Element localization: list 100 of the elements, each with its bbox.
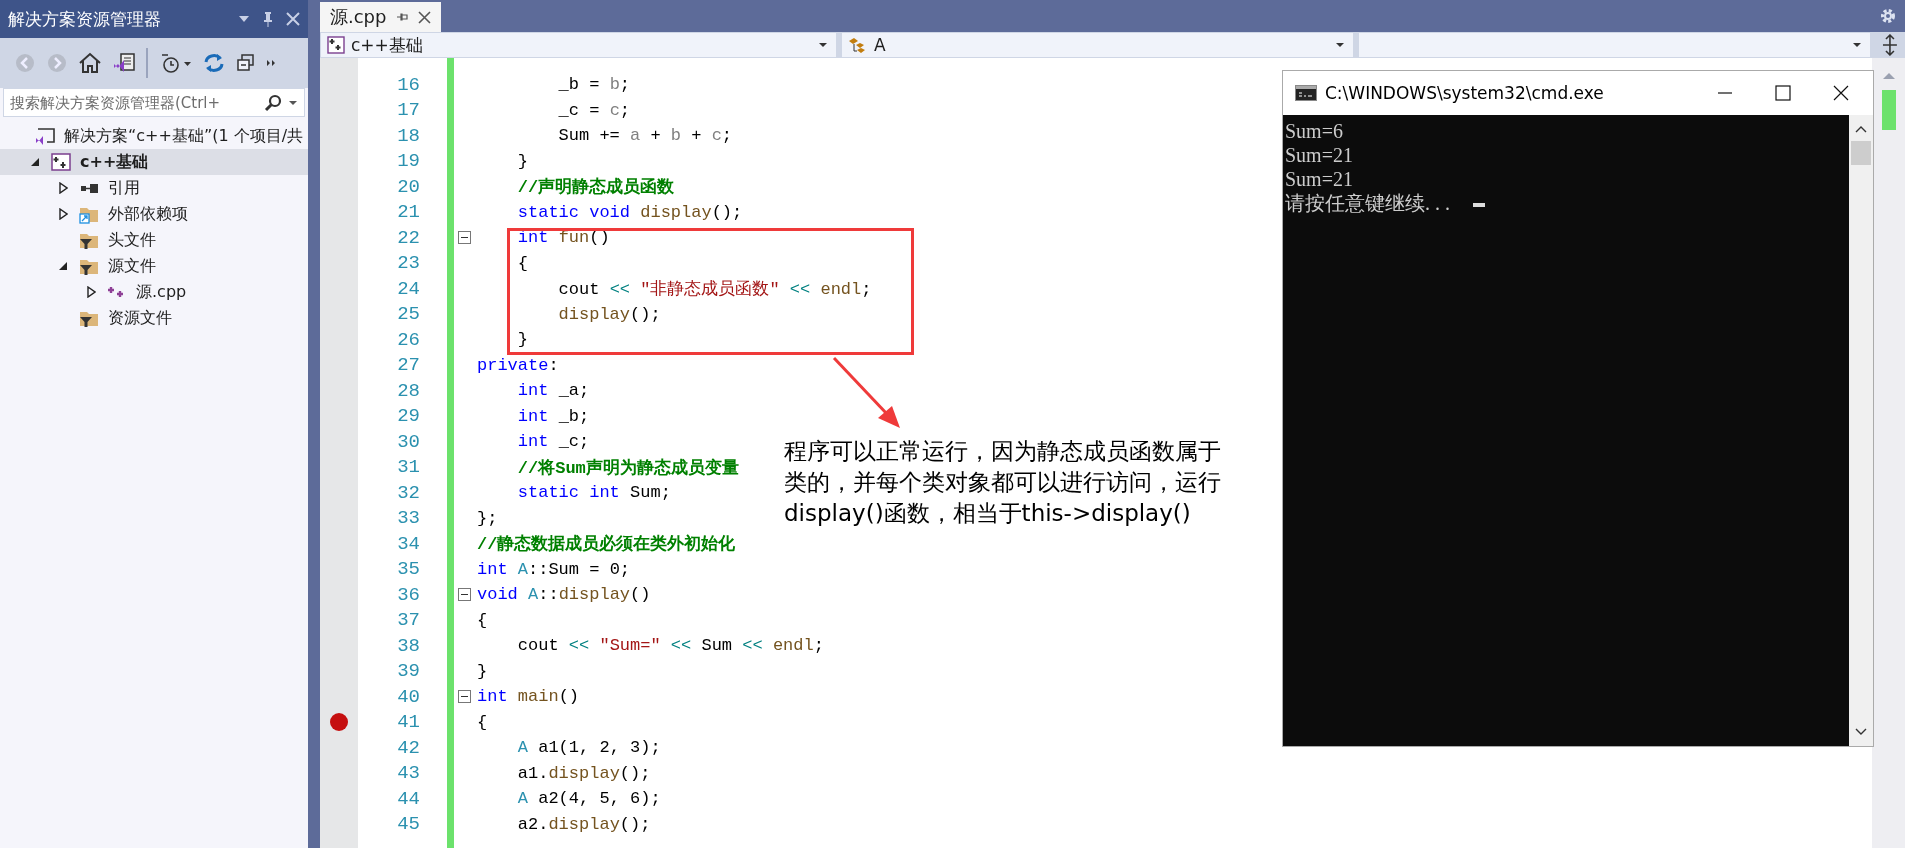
code-line: private: — [477, 355, 559, 375]
line-number: 43 — [396, 762, 420, 785]
collapsed-icon[interactable] — [58, 182, 68, 194]
line-number: 24 — [396, 277, 420, 300]
code-line: display(); — [557, 304, 661, 324]
dropdown-icon[interactable] — [1335, 42, 1346, 48]
switch-views-icon[interactable] — [112, 52, 136, 74]
code-line: //声明静态成员函数 — [516, 176, 675, 199]
line-number: 19 — [396, 150, 420, 173]
dropdown-icon[interactable] — [288, 99, 298, 106]
project-icon — [50, 152, 72, 172]
code-line: cout << "非静态成员函数" << endl; — [557, 279, 872, 301]
editor-tab[interactable]: 源.cpp — [320, 2, 442, 32]
line-number: 44 — [396, 787, 420, 810]
code-line: } — [516, 330, 528, 350]
code-line: int main() — [477, 687, 580, 707]
scroll-down-icon[interactable] — [1855, 728, 1867, 736]
collapsed-icon[interactable] — [86, 286, 96, 298]
code-line: A a1(1, 2, 3); — [516, 738, 661, 758]
tree-item[interactable]: 引用 — [0, 175, 308, 201]
tree-item[interactable]: c++基础 — [0, 149, 308, 175]
split-window-icon[interactable] — [1881, 34, 1899, 56]
code-line: } — [516, 151, 528, 171]
tree-item-label: c++基础 — [80, 151, 149, 173]
project-dropdown[interactable]: c++基础 — [320, 32, 837, 58]
code-line: int _c; — [516, 432, 590, 452]
settings-icon[interactable] — [1879, 7, 1897, 25]
window-title: C:\WINDOWS\system32\cmd.exe — [1325, 83, 1604, 103]
search-icon[interactable] — [264, 93, 282, 112]
code-line: _b = b; — [557, 75, 631, 95]
console-output-line: Sum=21 — [1285, 143, 1353, 167]
code-line: //静态数据成员必须在类外初始化 — [477, 533, 736, 556]
line-number: 40 — [396, 685, 420, 708]
tree-item[interactable]: 解决方案“c++基础”(1 个项目/共 — [0, 123, 308, 149]
tree-item-label: 源.cpp — [136, 281, 187, 303]
close-icon[interactable] — [1833, 85, 1849, 101]
line-number: 23 — [396, 252, 420, 275]
tree-item[interactable]: 源.cpp — [0, 279, 308, 305]
line-number: 41 — [396, 711, 420, 734]
expanded-icon[interactable] — [58, 261, 68, 271]
panel-title: 解决方案资源管理器 — [8, 7, 162, 31]
code-line: { — [516, 253, 528, 273]
code-line: A a2(4, 5, 6); — [516, 789, 661, 809]
code-line: int A::Sum = 0; — [477, 559, 631, 579]
code-line: } — [477, 661, 488, 681]
line-number: 34 — [396, 532, 420, 555]
line-number: 31 — [396, 456, 420, 479]
scope-dropdown[interactable]: A — [841, 32, 1355, 58]
search-field[interactable]: 搜索解决方案资源管理器(Ctrl+ — [3, 88, 305, 117]
console-output-line: Sum=21 — [1285, 167, 1353, 191]
code-line: { — [477, 712, 488, 732]
line-number: 25 — [396, 303, 420, 326]
code-line: a1.display(); — [516, 763, 651, 783]
code-line: static int Sum; — [516, 483, 671, 503]
dropdown-icon[interactable] — [818, 42, 828, 48]
line-number: 35 — [396, 558, 420, 581]
console-output-line: Sum=6 — [1285, 119, 1343, 143]
pin-icon[interactable] — [262, 11, 274, 27]
tree-item[interactable]: 外部依赖项 — [0, 201, 308, 227]
breakpoint-icon[interactable] — [329, 712, 349, 733]
line-number: 22 — [396, 226, 420, 249]
line-number: 32 — [396, 481, 420, 504]
home-icon[interactable] — [78, 52, 102, 74]
collapse-all-icon[interactable] — [236, 53, 256, 73]
tree-item-label: 资源文件 — [108, 307, 172, 329]
line-number: 16 — [396, 73, 420, 96]
console-output-line: 请按任意键继续. . . — [1285, 191, 1450, 215]
tree-item-label: 源文件 — [108, 255, 156, 277]
expanded-icon[interactable] — [30, 157, 40, 167]
tree-item[interactable]: 头文件 — [0, 227, 308, 253]
tree-item[interactable]: 资源文件 — [0, 305, 308, 331]
tree-item[interactable]: 源文件 — [0, 253, 308, 279]
line-number: 18 — [396, 124, 420, 147]
pin-icon[interactable] — [396, 12, 409, 22]
line-number: 33 — [396, 507, 420, 530]
sync-icon[interactable] — [202, 52, 226, 74]
collapse-toggle-icon[interactable] — [457, 231, 471, 245]
code-line: a2.display(); — [516, 814, 651, 834]
code-line: }; — [477, 508, 498, 528]
code-line: Sum += a + b + c; — [557, 126, 733, 146]
line-number: 45 — [396, 813, 420, 836]
annotation-arrow — [832, 356, 900, 428]
annotation-text: 程序可以正常运行，因为静态成员函数属于类的，并每个类对象都可以进行访问，运行display()函数，相当于this->display() — [784, 437, 1222, 528]
scrollbar-thumb[interactable] — [1851, 141, 1871, 165]
code-line: void A::display() — [477, 585, 651, 605]
collapsed-icon[interactable] — [58, 208, 68, 220]
change-marker — [1881, 90, 1896, 130]
collapse-toggle-icon[interactable] — [457, 690, 471, 704]
dropdown-icon[interactable] — [238, 15, 250, 23]
line-number: 29 — [396, 405, 420, 428]
code-line: //将Sum声明为静态成员变量 — [516, 457, 739, 479]
dropdown-icon[interactable] — [1852, 42, 1863, 48]
scroll-up-icon[interactable] — [1855, 125, 1867, 133]
collapse-toggle-icon[interactable] — [457, 588, 471, 602]
line-number: 38 — [396, 634, 420, 657]
close-icon[interactable] — [418, 10, 432, 24]
maximize-icon[interactable] — [1775, 85, 1791, 101]
tree-item-label: 解决方案“c++基础”(1 个项目/共 — [64, 125, 304, 147]
text-cursor — [1473, 203, 1485, 207]
overflow-icon[interactable] — [266, 59, 276, 67]
